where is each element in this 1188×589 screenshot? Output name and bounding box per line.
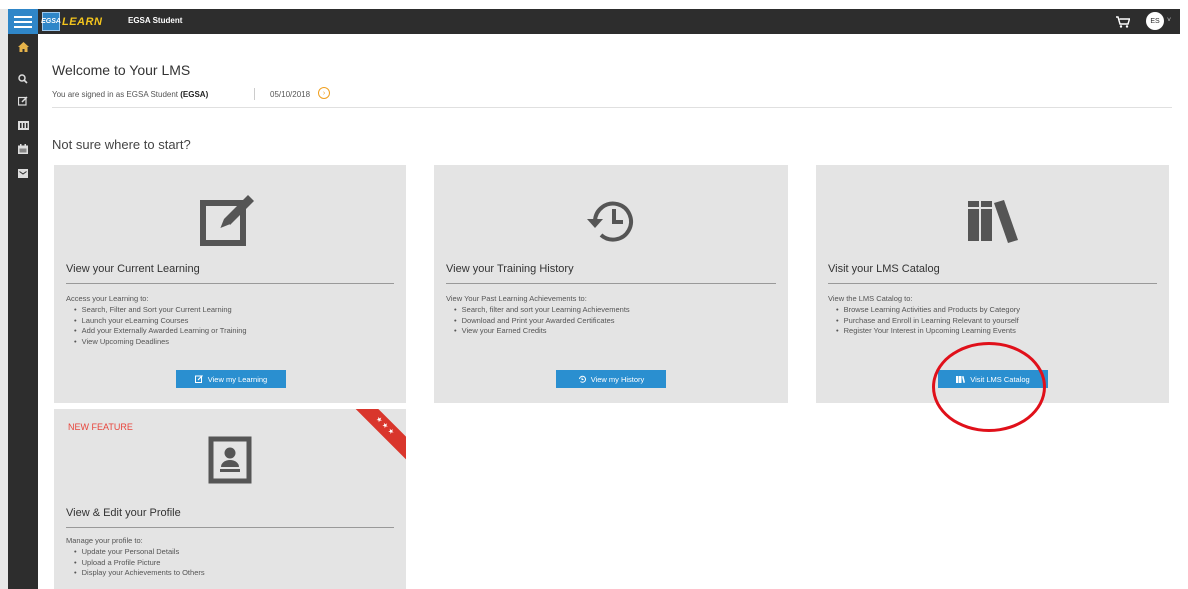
card-description: View Your Past Learning Achievements to: [446,294,587,303]
list-item: Download and Print your Awarded Certific… [454,316,630,327]
top-bar: EGSA LEARN EGSA Student ES ˅ [8,9,1180,34]
card-title: View & Edit your Profile [66,507,181,519]
catalog-icon[interactable] [16,118,30,132]
list-item: View your Earned Credits [454,326,630,337]
history-icon [578,375,586,383]
page-title: Welcome to Your LMS [52,62,191,78]
card-description: Access your Learning to: [66,294,149,303]
view-my-learning-button[interactable]: View my Learning [176,370,286,388]
profile-icon [54,435,406,485]
date-arrow-icon[interactable]: › [318,87,330,99]
list-item: Launch your eLearning Courses [74,316,247,327]
card-divider [66,527,394,528]
card-list: Search, filter and sort your Learning Ac… [454,305,630,337]
current-learning-card: View your Current Learning Access your L… [54,165,406,403]
list-item: Purchase and Enroll in Learning Relevant… [836,316,1020,327]
card-list: Browse Learning Activities and Products … [836,305,1020,337]
calendar-icon[interactable] [16,142,30,156]
list-item: Add your Externally Awarded Learning or … [74,326,247,337]
list-item: Search, filter and sort your Learning Ac… [454,305,630,316]
edit-icon [194,375,203,383]
avatar[interactable]: ES [1146,12,1164,30]
edit-profile-card: NEW FEATURE ★★★ View & Edit your Profile… [54,409,406,589]
card-divider [446,283,776,284]
list-item: Browse Learning Activities and Products … [836,305,1020,316]
lms-window: EGSA LEARN EGSA Student ES ˅ Welcome to [0,0,1188,589]
button-label: View my Learning [207,374,268,384]
edit-icon [54,193,406,249]
view-my-history-button[interactable]: View my History [556,370,666,388]
card-list: Search, Filter and Sort your Current Lea… [74,305,247,347]
card-title: View your Training History [446,263,574,275]
logo-mark: EGSA [41,12,61,31]
header-divider [52,107,1172,108]
mail-icon[interactable] [16,166,30,180]
list-item: Display your Achievements to Others [74,568,205,579]
history-icon [434,193,788,249]
section-heading: Not sure where to start? [52,137,191,152]
list-item: Register Your Interest in Upcoming Learn… [836,326,1020,337]
signed-in-text: You are signed in as EGSA Student (EGSA) [52,90,208,99]
list-item: Search, Filter and Sort your Current Lea… [74,305,247,316]
user-name: EGSA Student [128,16,183,25]
logo-text: LEARN [62,15,103,28]
card-title: View your Current Learning [66,263,200,275]
app-logo[interactable]: EGSA LEARN [41,12,103,31]
hamburger-menu-icon[interactable] [8,9,38,34]
header-separator [254,88,255,100]
sidebar [8,34,38,589]
signed-in-prefix: You are signed in as EGSA Student [52,90,181,99]
books-icon [816,195,1169,247]
list-item: View Upcoming Deadlines [74,337,247,348]
chevron-down-icon[interactable]: ˅ [1167,17,1175,25]
new-feature-badge: NEW FEATURE [68,422,133,432]
search-icon[interactable] [16,72,30,86]
card-description: View the LMS Catalog to: [828,294,913,303]
window-edge [0,9,8,589]
card-divider [66,283,394,284]
home-icon[interactable] [16,40,30,54]
signed-in-code: (EGSA) [180,90,209,99]
highlight-annotation-circle [932,342,1046,432]
training-history-card: View your Training History View Your Pas… [434,165,788,403]
list-item: Update your Personal Details [74,547,205,558]
list-item: Upload a Profile Picture [74,558,205,569]
button-label: View my History [590,374,645,384]
edit-icon[interactable] [16,94,30,108]
card-title: Visit your LMS Catalog [828,263,940,275]
card-divider [828,283,1157,284]
cart-icon[interactable] [1116,15,1131,28]
card-list: Update your Personal Details Upload a Pr… [74,547,205,579]
card-description: Manage your profile to: [66,536,143,545]
current-date: 05/10/2018 [270,90,311,99]
